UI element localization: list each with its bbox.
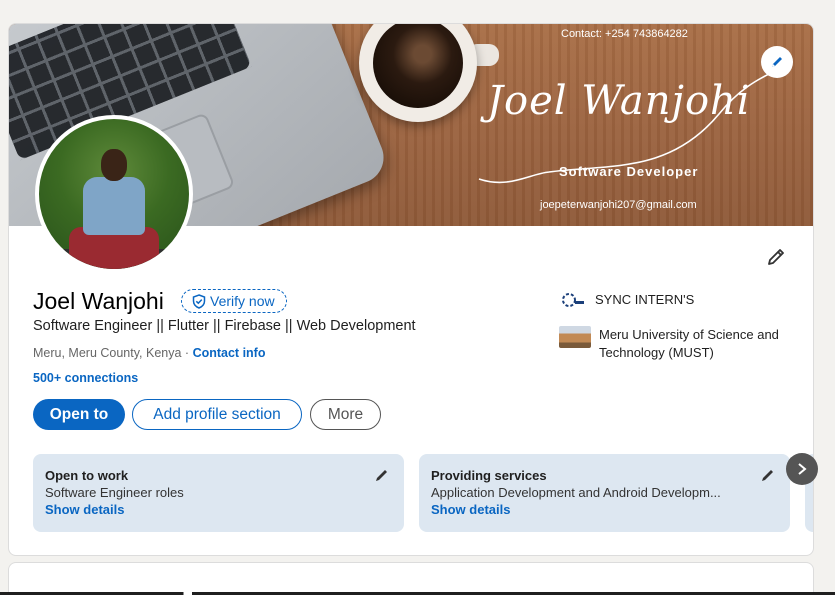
pencil-icon [772, 57, 782, 67]
carousel-next-button[interactable] [786, 453, 818, 485]
profile-name: Joel Wanjohi [33, 288, 164, 314]
experience-label-must: Meru University of Science and Technolog… [599, 327, 779, 360]
banner-coffee-cup [359, 24, 477, 122]
banner-role: Software Developer [559, 164, 699, 179]
shield-check-icon [192, 293, 206, 309]
experience-label-sync: SYNC INTERN'S [595, 292, 695, 307]
open-to-work-card[interactable]: Open to work Software Engineer roles Sho… [33, 454, 404, 532]
avatar-head [101, 149, 127, 181]
open-to-work-title: Open to work [45, 468, 129, 483]
edit-providing-services-button[interactable] [760, 467, 776, 488]
pencil-icon [762, 470, 773, 481]
banner-email: joepeterwanjohi207@gmail.com [540, 199, 697, 211]
must-logo-icon [559, 326, 591, 348]
providing-services-title: Providing services [431, 468, 547, 483]
next-section-card [8, 562, 814, 595]
edit-banner-button[interactable] [761, 46, 793, 78]
pencil-icon [768, 249, 784, 265]
add-profile-section-button[interactable]: Add profile section [132, 399, 302, 430]
profile-headline: Software Engineer || Flutter || Firebase… [33, 318, 416, 334]
open-to-work-subtitle: Software Engineer roles [45, 485, 184, 500]
more-button[interactable]: More [310, 399, 381, 430]
open-to-work-show-details-link[interactable]: Show details [45, 502, 392, 517]
connections-link[interactable]: 500+ connections [33, 371, 138, 385]
banner-script-name: Joel Wanjohi [487, 78, 751, 124]
avatar-body [83, 177, 145, 235]
providing-services-card[interactable]: Providing services Application Developme… [419, 454, 790, 532]
profile-card: Contact: +254 743864282 Joel Wanjohi Sof… [8, 23, 814, 556]
verify-now-label: Verify now [210, 293, 275, 309]
edit-open-to-work-button[interactable] [374, 467, 390, 488]
providing-services-show-details-link[interactable]: Show details [431, 502, 778, 517]
sync-logo-icon [559, 291, 587, 309]
profile-avatar[interactable] [35, 115, 193, 273]
edit-intro-button[interactable] [765, 246, 787, 273]
chevron-right-icon [798, 463, 807, 475]
verify-now-button[interactable]: Verify now [181, 289, 287, 313]
banner-coffee [373, 24, 463, 108]
experience-item-must[interactable]: Meru University of Science and Technolog… [559, 326, 779, 362]
open-to-button[interactable]: Open to [33, 399, 125, 430]
profile-location: Meru, Meru County, Kenya [33, 346, 182, 360]
pencil-icon [376, 470, 387, 481]
profile-location-row: Meru, Meru County, Kenya · Contact info [33, 346, 265, 360]
location-separator: · [181, 346, 193, 360]
experience-item-sync[interactable]: SYNC INTERN'S [559, 291, 694, 309]
contact-info-link[interactable]: Contact info [193, 346, 266, 360]
providing-services-subtitle: Application Development and Android Deve… [431, 485, 721, 500]
banner-contact: Contact: +254 743864282 [561, 28, 688, 40]
